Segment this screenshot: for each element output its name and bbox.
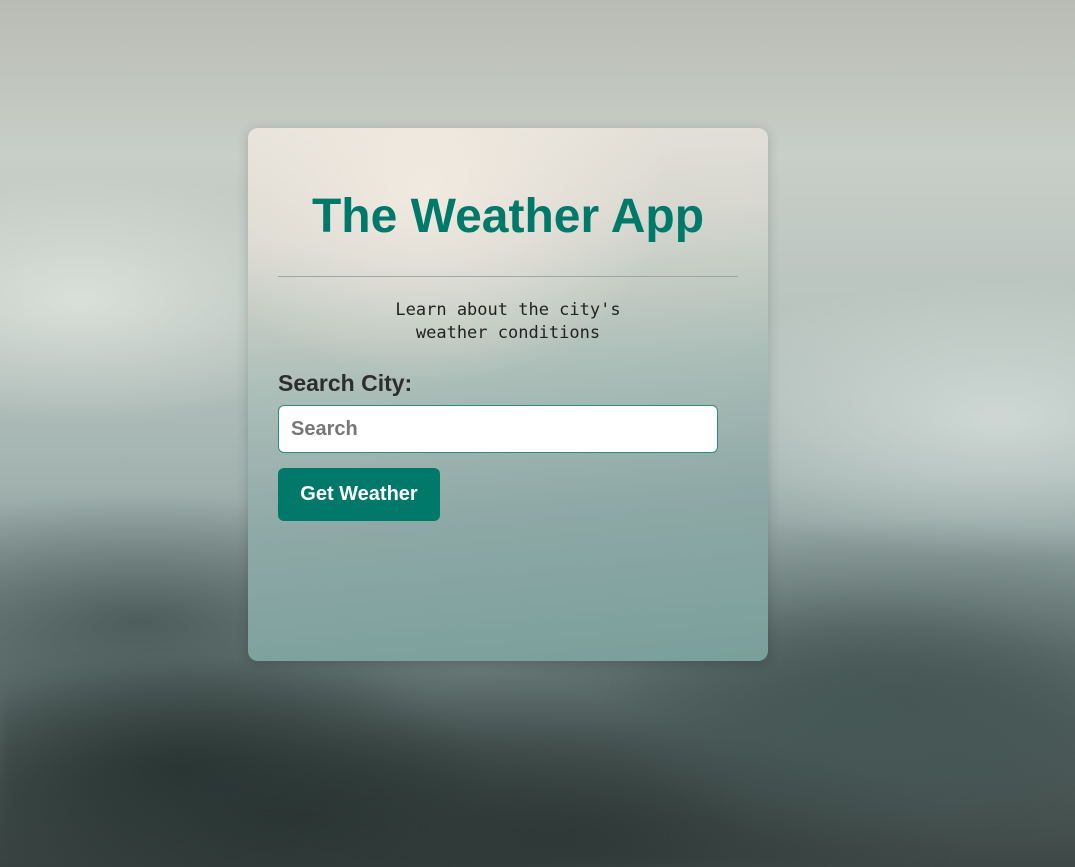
search-input[interactable]	[278, 405, 718, 453]
app-title: The Weather App	[311, 190, 705, 243]
search-city-label: Search City:	[278, 370, 413, 396]
app-subtitle: Learn about the city's weather condition…	[395, 300, 621, 343]
weather-card: The Weather App Learn about the city's w…	[248, 128, 768, 661]
get-weather-button[interactable]: Get Weather	[278, 468, 440, 521]
divider	[278, 276, 738, 277]
